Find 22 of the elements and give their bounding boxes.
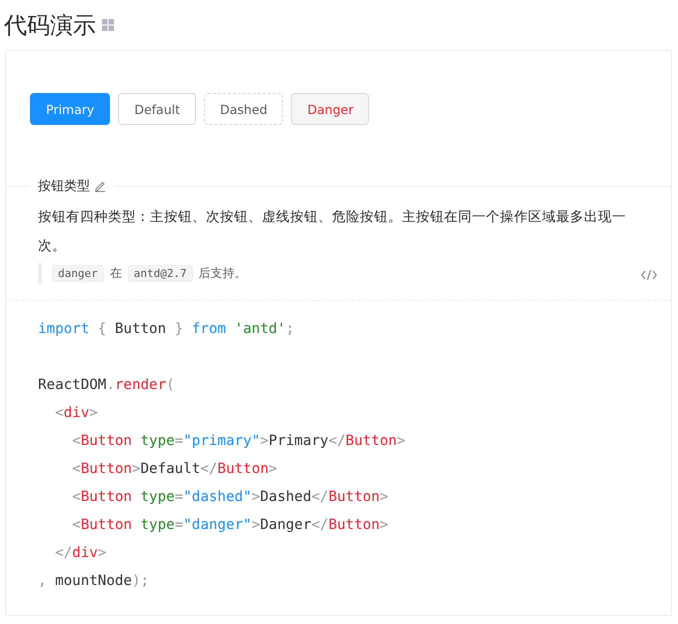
grid-icon[interactable] [102,19,114,31]
note-text: 后支持。 [198,265,247,282]
code-icon[interactable] [641,269,657,281]
code-line: <Button>Default</Button> [71,460,278,479]
demo-title: 按钮类型 [38,178,90,195]
inline-code: antd@2.7 [128,265,193,282]
dashed-button[interactable]: Dashed [204,93,284,125]
default-button[interactable]: Default [118,93,196,125]
section-title: 代码演示 [4,12,96,40]
demo-description: 按钮有四种类型：主按钮、次按钮、虚线按钮、危险按钮。主按钮在同一个操作区域最多出现一次。 [38,208,627,256]
code-line: import { Button } from 'antd'; [38,320,294,339]
pencil-icon[interactable] [94,180,106,192]
code-line: <Button type="primary">Primary</Button> [71,432,406,451]
inline-code: danger [52,265,104,282]
code-line: ReactDOM.render( [38,376,175,395]
code-line: <Button type="dashed">Dashed</Button> [71,488,388,507]
code-line: <div> [54,404,98,423]
code-line: </div> [54,544,106,563]
note-text: 在 [110,265,122,282]
danger-button[interactable]: Danger [291,93,370,125]
code-line: , mountNode); [38,572,150,591]
code-line: <Button type="danger">Danger</Button> [71,516,388,535]
